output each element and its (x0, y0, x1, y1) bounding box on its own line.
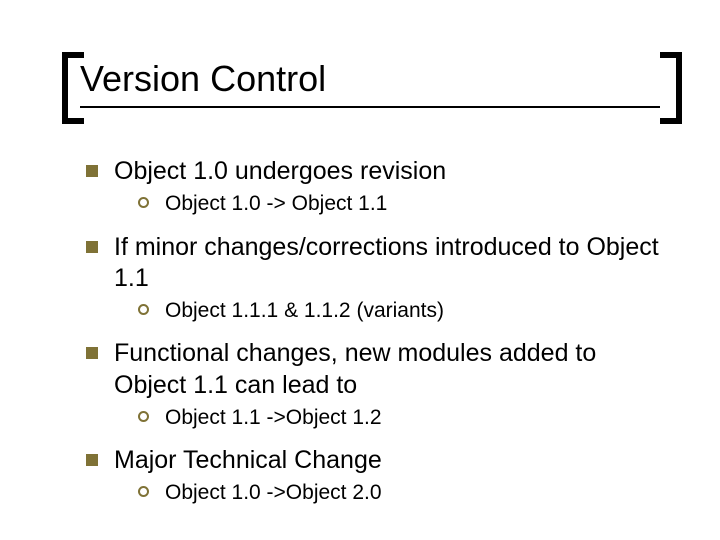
bullet-text: Major Technical Change (114, 445, 382, 476)
title-underline (80, 106, 660, 108)
bullet-item: Functional changes, new modules added to… (86, 338, 660, 401)
circle-bullet-icon (138, 411, 149, 422)
square-bullet-icon (86, 347, 98, 359)
bullet-item: If minor changes/corrections introduced … (86, 232, 660, 295)
bullet-text: Object 1.0 undergoes revision (114, 156, 446, 187)
slide: Version Control Object 1.0 undergoes rev… (0, 0, 720, 540)
circle-bullet-icon (138, 486, 149, 497)
bullet-item: Major Technical Change (86, 445, 660, 476)
square-bullet-icon (86, 165, 98, 177)
circle-bullet-icon (138, 197, 149, 208)
sub-bullet-text: Object 1.0 -> Object 1.1 (165, 191, 387, 217)
sub-bullet-item: Object 1.1 ->Object 1.2 (138, 405, 660, 431)
title-area: Version Control (80, 58, 680, 108)
circle-bullet-icon (138, 304, 149, 315)
sub-bullet-item: Object 1.0 -> Object 1.1 (138, 191, 660, 217)
square-bullet-icon (86, 241, 98, 253)
square-bullet-icon (86, 454, 98, 466)
bullet-text: If minor changes/corrections introduced … (114, 232, 660, 295)
sub-bullet-text: Object 1.1 ->Object 1.2 (165, 405, 382, 431)
sub-bullet-item: Object 1.1.1 & 1.1.2 (variants) (138, 298, 660, 324)
sub-bullet-item: Object 1.0 ->Object 2.0 (138, 480, 660, 506)
sub-bullet-text: Object 1.0 ->Object 2.0 (165, 480, 382, 506)
bullet-text: Functional changes, new modules added to… (114, 338, 660, 401)
slide-title: Version Control (80, 58, 680, 100)
sub-bullet-text: Object 1.1.1 & 1.1.2 (variants) (165, 298, 444, 324)
bullet-item: Object 1.0 undergoes revision (86, 156, 660, 187)
body-area: Object 1.0 undergoes revision Object 1.0… (86, 156, 660, 521)
